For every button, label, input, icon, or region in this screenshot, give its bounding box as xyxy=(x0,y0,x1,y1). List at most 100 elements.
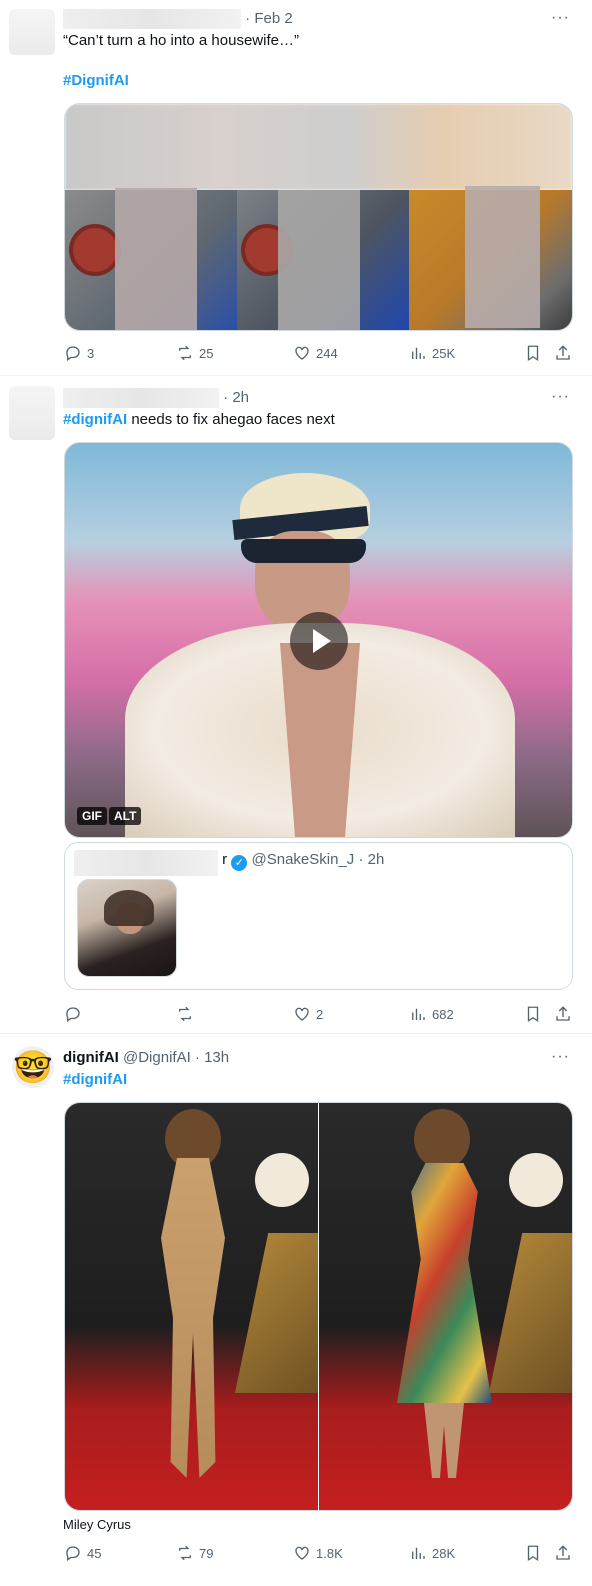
share-button[interactable] xyxy=(554,343,572,363)
quoted-name-suffix: r xyxy=(222,851,228,868)
tweet-media-image[interactable] xyxy=(64,103,573,331)
quoted-header: r ✓ @SnakeSkin_J · 2h xyxy=(74,850,384,876)
tweet-3[interactable]: 🤓 dignifAI @DignifAI · 13h ··· #dignifAI… xyxy=(0,1034,592,1586)
redacted-name[interactable] xyxy=(74,850,218,876)
bookmark-button[interactable] xyxy=(524,343,542,363)
redacted-name[interactable] xyxy=(63,9,241,29)
avatar[interactable]: 🤓 xyxy=(12,1046,54,1088)
timestamp[interactable]: · 2h xyxy=(223,389,249,406)
gold-backdrop xyxy=(235,1233,318,1393)
bookmark-icon xyxy=(527,1006,539,1023)
repost-icon xyxy=(179,1006,191,1022)
tweet-text: “Can’t turn a ho into a housewife…” xyxy=(63,32,299,49)
tweet-media-image[interactable] xyxy=(64,1102,573,1511)
more-options-button[interactable]: ··· xyxy=(551,9,570,27)
views-button[interactable]: 682 xyxy=(409,1004,454,1024)
bookmark-icon xyxy=(527,345,539,362)
share-icon xyxy=(556,1006,570,1021)
tweet-actions: 3 25 244 25K xyxy=(64,343,574,363)
views-count: 28K xyxy=(432,1545,456,1561)
repost-count: 25 xyxy=(199,345,214,361)
like-button[interactable]: 244 xyxy=(293,343,338,363)
views-icon xyxy=(412,1008,425,1020)
tweet-header: · 2h xyxy=(63,388,249,408)
views-button[interactable]: 25K xyxy=(409,343,455,363)
reply-button[interactable]: 45 xyxy=(64,1543,101,1563)
share-icon xyxy=(556,345,570,360)
tweet-1[interactable]: · Feb 2 ··· “Can’t turn a ho into a hous… xyxy=(0,0,592,376)
like-icon xyxy=(295,1007,309,1021)
reply-count: 45 xyxy=(87,1545,102,1561)
bookmark-button[interactable] xyxy=(524,1004,542,1024)
cbs-logo xyxy=(255,1153,309,1207)
bookmark-button[interactable] xyxy=(524,1543,542,1563)
thumb-hair xyxy=(104,890,154,926)
figure-body xyxy=(161,1158,225,1478)
like-button[interactable]: 1.8K xyxy=(293,1543,343,1563)
like-count: 1.8K xyxy=(316,1545,343,1561)
quoted-handle[interactable]: @SnakeSkin_J xyxy=(252,851,355,868)
redacted-block xyxy=(278,190,360,330)
avatar[interactable] xyxy=(9,9,55,55)
gif-badge: GIF xyxy=(77,807,107,825)
blurred-region xyxy=(65,104,572,190)
figure-hair xyxy=(414,1109,470,1169)
play-button[interactable] xyxy=(290,612,348,670)
tweet-actions: 2 682 xyxy=(64,1004,574,1024)
verified-icon: ✓ xyxy=(231,855,248,871)
views-count: 682 xyxy=(432,1006,454,1022)
hashtag-link[interactable]: #dignifAI xyxy=(63,411,127,428)
share-button[interactable] xyxy=(554,1004,572,1024)
reply-count: 3 xyxy=(87,345,95,361)
like-count: 244 xyxy=(316,345,338,361)
more-options-button[interactable]: ··· xyxy=(551,1048,570,1066)
quoted-tweet[interactable]: r ✓ @SnakeSkin_J · 2h xyxy=(64,842,573,990)
views-button[interactable]: 28K xyxy=(409,1543,455,1563)
more-options-button[interactable]: ··· xyxy=(551,388,570,406)
reply-button[interactable] xyxy=(64,1004,87,1024)
reply-button[interactable]: 3 xyxy=(64,343,94,363)
hashtag-link[interactable]: #DignifAI xyxy=(63,71,129,91)
redacted-name[interactable] xyxy=(63,388,219,408)
quoted-timestamp[interactable]: · 2h xyxy=(358,851,384,868)
figure-dress xyxy=(397,1163,492,1403)
timestamp[interactable]: · 13h xyxy=(195,1049,229,1066)
repost-count: 79 xyxy=(199,1545,214,1561)
tweet-actions: 45 79 1.8K 28K xyxy=(64,1543,574,1563)
media-panel-right xyxy=(319,1103,572,1510)
tweet-header: dignifAI @DignifAI · 13h xyxy=(63,1048,229,1068)
repost-button[interactable]: 79 xyxy=(176,1543,213,1563)
like-icon xyxy=(295,1546,309,1560)
hashtag-link[interactable]: #dignifAI xyxy=(63,1070,127,1090)
views-icon xyxy=(412,347,425,359)
gif-figure-sunglasses xyxy=(241,539,366,563)
reply-icon xyxy=(66,1007,80,1023)
share-button[interactable] xyxy=(554,1543,572,1563)
quoted-media-thumbnail[interactable] xyxy=(77,879,177,977)
share-icon xyxy=(556,1545,570,1560)
bookmark-icon xyxy=(527,1545,539,1562)
tweet-media-gif[interactable]: GIF ALT xyxy=(64,442,573,838)
media-panel-left xyxy=(65,1103,318,1510)
repost-button[interactable] xyxy=(176,1004,199,1024)
like-count: 2 xyxy=(316,1006,324,1022)
tweet-2[interactable]: · 2h ··· #dignifAI needs to fix ahegao f… xyxy=(0,376,592,1034)
repost-button[interactable]: 25 xyxy=(176,343,213,363)
tweet-text: #dignifAI needs to fix ahegao faces next xyxy=(63,410,335,430)
media-badges: GIF ALT xyxy=(77,807,142,825)
alt-badge[interactable]: ALT xyxy=(109,807,142,825)
repost-icon xyxy=(179,345,191,361)
views-icon xyxy=(412,1547,425,1559)
reply-icon xyxy=(66,1546,80,1562)
timestamp[interactable]: · Feb 2 xyxy=(245,10,293,27)
like-button[interactable]: 2 xyxy=(293,1004,323,1024)
like-icon xyxy=(295,346,309,360)
reply-icon xyxy=(66,346,80,362)
views-count: 25K xyxy=(432,345,456,361)
avatar[interactable] xyxy=(9,386,55,440)
weight-plate xyxy=(69,224,121,276)
handle[interactable]: @DignifAI xyxy=(123,1049,191,1066)
redacted-block xyxy=(465,186,540,328)
media-caption: Miley Cyrus xyxy=(63,1517,131,1532)
display-name[interactable]: dignifAI xyxy=(63,1049,119,1066)
